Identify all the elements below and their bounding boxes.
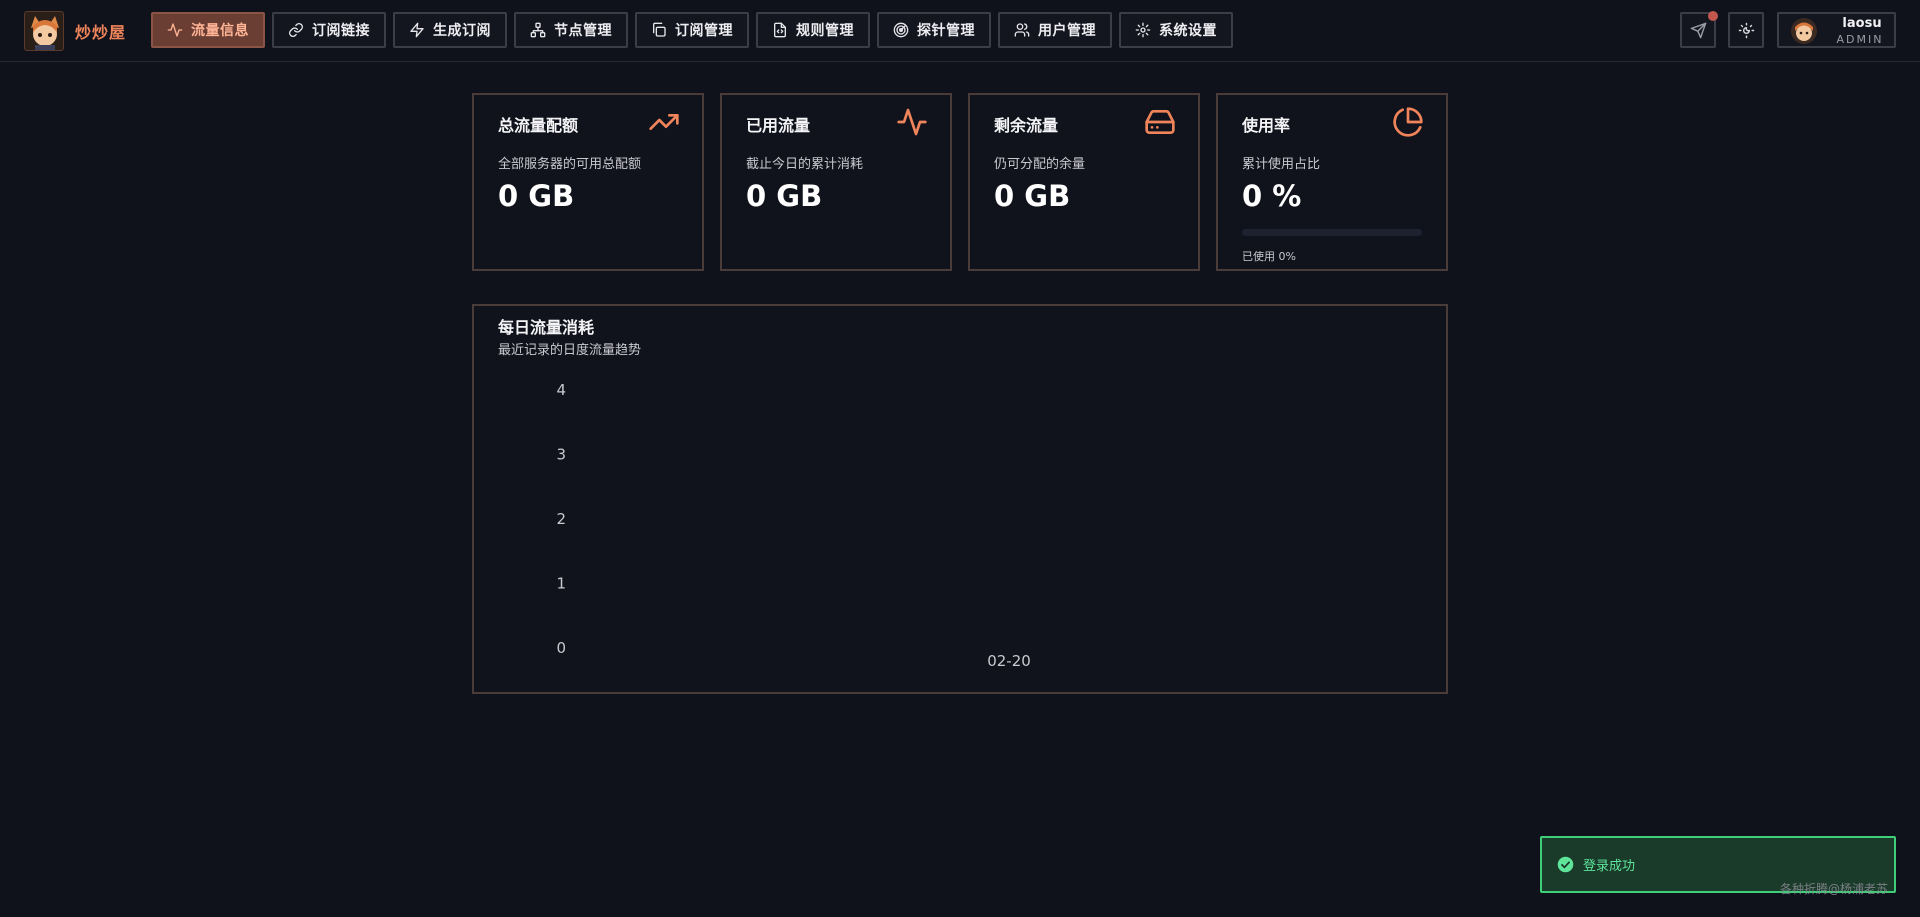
- nav-probe-management[interactable]: 探针管理: [877, 12, 991, 48]
- top-header: 炒炒屋 流量信息 订阅链接 生成订阅 节点管理 订阅管理 规则管理 探针管理 用…: [0, 0, 1920, 62]
- toast-message: 登录成功: [1583, 859, 1636, 874]
- zap-icon: [410, 22, 424, 38]
- stat-card-used-traffic: 已用流量 截止今日的累计消耗 0 GB: [720, 93, 952, 271]
- users-icon: [1014, 23, 1030, 37]
- file-code-icon: [774, 22, 786, 38]
- card-description: 全部服务器的可用总配额: [498, 157, 642, 172]
- card-value: 0 GB: [994, 179, 1071, 213]
- card-title: 剩余流量: [994, 116, 1059, 135]
- nav-system-settings[interactable]: 系统设置: [1119, 12, 1233, 48]
- nav-node-management[interactable]: 节点管理: [514, 12, 628, 48]
- nav-subscription-management[interactable]: 订阅管理: [635, 12, 749, 48]
- card-title: 已用流量: [746, 116, 811, 135]
- daily-traffic-chart: 0 1 2 3 4 02-20: [556, 381, 1031, 670]
- stat-card-remaining-traffic: 剩余流量 仍可分配的余量 0 GB: [968, 93, 1200, 271]
- network-icon: [530, 22, 546, 38]
- gear-icon: [1135, 22, 1151, 38]
- sun-moon-icon: [1738, 22, 1754, 38]
- user-name: laosu: [1842, 16, 1882, 31]
- y-tick-label: 2: [556, 510, 566, 528]
- copy-icon: [653, 22, 666, 37]
- chart-subtitle: 最近记录的日度流量趋势: [498, 343, 642, 358]
- trending-up-icon: [649, 114, 679, 130]
- stat-card-total-quota: 总流量配额 全部服务器的可用总配额 0 GB: [472, 93, 704, 271]
- card-value: 0 GB: [746, 179, 823, 213]
- brand-name[interactable]: 炒炒屋: [75, 19, 126, 43]
- y-tick-label: 4: [556, 381, 566, 399]
- card-value: 0 GB: [498, 179, 575, 213]
- check-circle-icon: [1557, 856, 1574, 873]
- card-description: 累计使用占比: [1242, 157, 1321, 172]
- card-description: 截止今日的累计消耗: [746, 157, 864, 172]
- notification-dot: [1708, 11, 1718, 21]
- daily-traffic-chart-panel: 0 1 2 3 4 02-20 每日流量消耗 最近记录的日度流量趋势: [472, 304, 1448, 694]
- card-description: 仍可分配的余量: [994, 157, 1086, 172]
- card-title: 总流量配额: [498, 116, 579, 135]
- y-tick-label: 1: [556, 575, 566, 593]
- user-menu-button[interactable]: laosu ADMIN: [1777, 12, 1896, 48]
- stat-card-usage-rate: 使用率 累计使用占比 0 % 已使用 0%: [1216, 93, 1448, 271]
- activity-icon: [897, 108, 927, 136]
- watermark-text: 各种折腾@杨浦老苏: [1780, 882, 1889, 896]
- usage-progress-bar: [1242, 229, 1422, 236]
- theme-toggle-button[interactable]: [1728, 12, 1764, 48]
- usage-progress-text: 已使用 0%: [1242, 250, 1296, 263]
- notification-button[interactable]: [1680, 11, 1718, 48]
- nav-rule-management[interactable]: 规则管理: [756, 12, 870, 48]
- radar-icon: [893, 22, 909, 38]
- pie-chart-icon: [1393, 107, 1423, 137]
- activity-icon: [167, 23, 183, 37]
- main-nav: 流量信息 订阅链接 生成订阅 节点管理 订阅管理 规则管理 探针管理 用户管理: [151, 12, 1240, 49]
- nav-traffic-info[interactable]: 流量信息: [151, 12, 265, 48]
- y-tick-label: 0: [556, 639, 566, 657]
- user-role: ADMIN: [1836, 33, 1884, 46]
- nav-subscription-link[interactable]: 订阅链接: [272, 12, 386, 48]
- logo-icon[interactable]: [24, 11, 64, 51]
- nav-user-management[interactable]: 用户管理: [998, 12, 1112, 48]
- hard-drive-icon: [1145, 110, 1175, 134]
- chart-title: 每日流量消耗: [498, 318, 595, 337]
- y-tick-label: 3: [556, 446, 566, 464]
- avatar: [1791, 18, 1817, 44]
- card-value: 0 %: [1242, 179, 1302, 213]
- send-icon: [1690, 22, 1706, 38]
- card-title: 使用率: [1242, 116, 1291, 135]
- link-icon: [289, 23, 303, 37]
- nav-generate-subscription[interactable]: 生成订阅: [393, 12, 507, 48]
- x-tick-label: 02-20: [987, 652, 1031, 670]
